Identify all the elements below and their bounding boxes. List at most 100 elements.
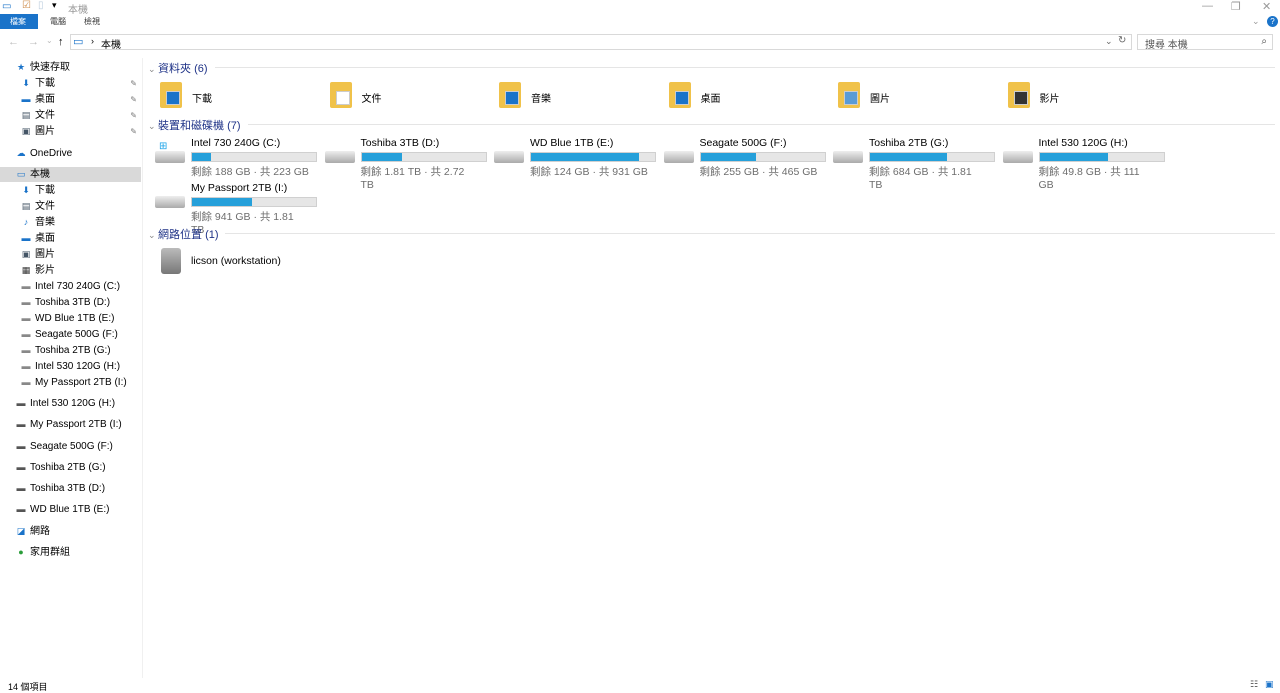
drive-free-space: 剩餘 188 GB · 共 223 GB	[191, 166, 309, 178]
address-bar[interactable]: ▭ › 本機 ⌄ ↻	[70, 34, 1132, 51]
sidebar-item-label: 桌面	[35, 94, 55, 105]
sidebar-item[interactable]: ▤ 文件	[0, 199, 141, 214]
tab-computer[interactable]: 電腦	[40, 14, 76, 29]
sidebar-item[interactable]: ⬇ 下載	[0, 183, 141, 198]
folder-name: 文件	[361, 94, 382, 105]
sidebar-item[interactable]: ▦ 影片	[0, 263, 141, 278]
sidebar-item[interactable]: ▬ Intel 530 120G (H:)	[0, 396, 141, 411]
sidebar-item-label: Intel 530 120G (H:)	[35, 361, 121, 372]
maximize-button[interactable]: ❐	[1231, 0, 1241, 13]
sidebar-item[interactable]: ▬ My Passport 2TB (I:)	[0, 375, 141, 390]
recent-dropdown-icon[interactable]: ⌄	[46, 36, 53, 45]
sidebar-item[interactable]: ▭ 本機	[0, 167, 141, 182]
sidebar-item[interactable]: ▣ 圖片	[0, 247, 141, 262]
drive-item[interactable]: Intel 530 120G (H:) 剩餘 49.8 GB · 共 111 G…	[993, 137, 1165, 191]
drive-name: Intel 730 240G (C:)	[191, 137, 281, 149]
network-icon: ◪	[16, 526, 26, 536]
sidebar-item[interactable]: ▬ WD Blue 1TB (E:)	[0, 502, 141, 517]
sidebar-item-label: 本機	[30, 169, 50, 180]
tab-view[interactable]: 檢視	[74, 14, 110, 29]
drive-item[interactable]: Toshiba 2TB (G:) 剩餘 684 GB · 共 1.81 TB	[823, 137, 995, 191]
sidebar-item[interactable]: ◪ 網路	[0, 524, 141, 539]
drive-icon: ▬	[21, 345, 31, 355]
pin-icon[interactable]: ✎	[130, 76, 137, 91]
sidebar-item[interactable]: ♪ 音樂	[0, 215, 141, 230]
sidebar-item[interactable]: ▬ 桌面 ✎	[0, 92, 141, 107]
sidebar-item-label: My Passport 2TB (I:)	[35, 377, 127, 388]
sidebar-item-label: Intel 730 240G (C:)	[35, 281, 121, 292]
sidebar-item[interactable]: ▤ 文件 ✎	[0, 108, 141, 123]
sidebar-item[interactable]: ▬ Intel 530 120G (H:)	[0, 359, 141, 374]
group-title: 裝置和磁碟機 (7)	[158, 120, 241, 132]
folder-item[interactable]: 下載	[148, 82, 308, 110]
sidebar-item[interactable]: ▬ Seagate 500G (F:)	[0, 439, 141, 454]
sidebar-item[interactable]: ★ 快速存取	[0, 60, 141, 75]
back-button[interactable]: ←	[8, 36, 19, 48]
minimize-button[interactable]: —	[1202, 0, 1213, 12]
tab-file[interactable]: 檔案	[0, 14, 38, 29]
search-input[interactable]: 搜尋 本機 ⌕	[1137, 34, 1273, 51]
pin-icon[interactable]: ✎	[130, 108, 137, 123]
drive-item[interactable]: ⊞ Intel 730 240G (C:) 剩餘 188 GB · 共 223 …	[145, 137, 317, 178]
help-icon[interactable]: ?	[1267, 16, 1278, 27]
sidebar-item[interactable]: ☁ OneDrive	[0, 146, 141, 161]
sidebar-item[interactable]: ▬ Toshiba 2TB (G:)	[0, 460, 141, 475]
drive-item[interactable]: Seagate 500G (F:) 剩餘 255 GB · 共 465 GB	[654, 137, 826, 178]
folder-item[interactable]: 桌面	[657, 82, 817, 110]
large-icons-view-icon[interactable]: ▣	[1265, 679, 1274, 690]
drive-item[interactable]: Toshiba 3TB (D:) 剩餘 1.81 TB · 共 2.72 TB	[315, 137, 487, 191]
up-button[interactable]: ↑	[58, 36, 64, 48]
refresh-icon[interactable]: ↻	[1118, 35, 1126, 46]
properties-icon[interactable]: ☑	[22, 0, 31, 11]
sidebar-item[interactable]: ▬ 桌面	[0, 231, 141, 246]
new-folder-icon[interactable]: ▯	[38, 0, 44, 11]
sidebar-item[interactable]: ▬ My Passport 2TB (I:)	[0, 417, 141, 432]
navigation-pane: ★ 快速存取 ⬇ 下載 ✎ ▬ 桌面 ✎ ▤ 文件 ✎ ▣ 圖片 ✎ ☁ OneDrive ▭ 本機 ⬇ 下載 ▤ 文件 ♪…	[0, 58, 143, 678]
address-dropdown-icon[interactable]: ⌄	[1105, 36, 1113, 47]
sidebar-item[interactable]: ▬ WD Blue 1TB (E:)	[0, 311, 141, 326]
folder-item[interactable]: 文件	[318, 82, 478, 110]
breadcrumb-this-pc[interactable]: 本機	[101, 36, 121, 51]
folder-item[interactable]: 音樂	[487, 82, 647, 110]
sidebar-item[interactable]: ▬ Toshiba 3TB (D:)	[0, 481, 141, 496]
sidebar-item-label: Seagate 500G (F:)	[35, 329, 118, 340]
breadcrumb-separator-icon[interactable]: ›	[91, 36, 94, 46]
drive-usage-bar	[530, 152, 656, 162]
sidebar-item-label: 文件	[35, 201, 55, 212]
network-location-item[interactable]: licson (workstation)	[155, 246, 315, 276]
sidebar-item[interactable]: ▣ 圖片 ✎	[0, 124, 141, 139]
ribbon-tabs: 檔案 電腦 檢視 ⌄ ?	[0, 14, 1280, 30]
sidebar-item-label: Toshiba 2TB (G:)	[35, 345, 111, 356]
document-icon: ▤	[21, 201, 31, 211]
expand-ribbon-icon[interactable]: ⌄	[1252, 16, 1260, 27]
group-folders-header[interactable]: ⌄ 資料夾 (6)	[148, 60, 208, 76]
folder-icon	[668, 82, 691, 108]
sidebar-item[interactable]: ⬇ 下載 ✎	[0, 76, 141, 91]
cloud-icon: ☁	[16, 148, 26, 158]
forward-button[interactable]: →	[28, 36, 39, 48]
sidebar-item[interactable]: ▬ Toshiba 2TB (G:)	[0, 343, 141, 358]
folder-item[interactable]: 圖片	[826, 82, 986, 110]
drive-item[interactable]: WD Blue 1TB (E:) 剩餘 124 GB · 共 931 GB	[484, 137, 656, 178]
drive-item[interactable]: My Passport 2TB (I:) 剩餘 941 GB · 共 1.81 …	[145, 182, 317, 236]
sidebar-item[interactable]: ▬ Seagate 500G (F:)	[0, 327, 141, 342]
search-icon: ⌕	[1261, 36, 1267, 47]
pin-icon[interactable]: ✎	[130, 124, 137, 139]
sidebar-item[interactable]: ▬ Intel 730 240G (C:)	[0, 279, 141, 294]
close-button[interactable]: ✕	[1262, 0, 1271, 13]
sidebar-item[interactable]: ▬ Toshiba 3TB (D:)	[0, 295, 141, 310]
pin-icon[interactable]: ✎	[130, 92, 137, 107]
details-view-icon[interactable]: ☷	[1250, 679, 1258, 690]
folder-item[interactable]: 影片	[996, 82, 1156, 110]
sidebar-item[interactable]: ● 家用群組	[0, 545, 141, 560]
group-drives-header[interactable]: ⌄ 裝置和磁碟機 (7)	[148, 117, 241, 133]
customize-toolbar-icon[interactable]: ▾	[52, 0, 57, 11]
drive-icon: ▬	[21, 313, 31, 323]
drive-icon: ▬	[21, 377, 31, 387]
folder-icon	[160, 82, 182, 108]
folder-icon	[1007, 82, 1030, 108]
sidebar-item-label: 音樂	[35, 217, 55, 228]
download-icon: ⬇	[22, 78, 30, 88]
group-network-header[interactable]: ⌄ 網路位置 (1)	[148, 226, 219, 242]
folder-name: 下載	[192, 94, 212, 105]
